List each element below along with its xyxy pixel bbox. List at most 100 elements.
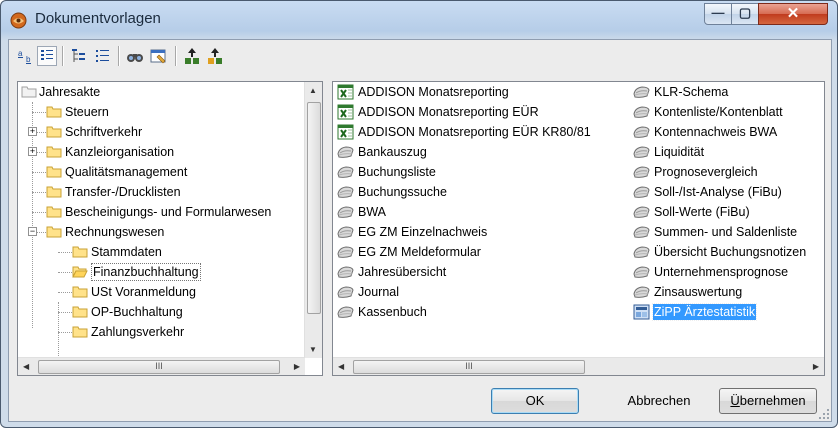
tree-item-label: Finanzbuchhaltung (91, 263, 201, 281)
open-folder-icon (72, 266, 88, 278)
scroll-left-icon[interactable]: ◀ (23, 362, 29, 371)
tree-item-label: Jahresakte (39, 85, 101, 99)
tree-collapse-button[interactable] (93, 46, 113, 66)
expand-toggle[interactable]: + (28, 127, 37, 136)
excel-icon (337, 104, 354, 120)
toolbar: a b (9, 40, 831, 71)
tree-expand-icon (72, 49, 85, 62)
details-view-icon (41, 50, 53, 60)
large-icons-view-button[interactable]: a b (15, 46, 35, 66)
tree-item-label: USt Voranmeldung (91, 285, 196, 299)
tree-content: Jahresakte Steuern + Schriftverkehr + Ka… (18, 82, 305, 358)
report-icon (337, 226, 354, 238)
scroll-left-icon[interactable]: ◀ (338, 362, 344, 371)
find-button[interactable] (125, 46, 145, 66)
report-icon (633, 266, 650, 278)
zipp-icon (633, 304, 650, 320)
folder-icon (21, 86, 37, 98)
tree-item-label: OP-Buchhaltung (91, 305, 183, 319)
add-template-button[interactable] (205, 46, 225, 66)
large-icons-view-icon: a b (18, 49, 31, 64)
apply-button-label: Übernehmen (730, 393, 805, 408)
template-item-label: ZiPP Ärztestatistik (651, 303, 758, 321)
list-hscroll-thumb[interactable]: III (353, 360, 585, 374)
tree-item-label: Kanzleiorganisation (65, 145, 175, 159)
collapse-toggle[interactable]: − (28, 227, 37, 236)
template-item-label: Übersicht Buchungsnotizen (654, 245, 807, 259)
template-item-label: Unternehmensprognose (654, 265, 789, 279)
resize-grip-icon[interactable] (818, 408, 830, 420)
tree-item-label: Transfer-/Drucklisten (65, 185, 181, 199)
tree-item-label: Stammdaten (91, 245, 162, 259)
template-item-label: Buchungssuche (358, 185, 447, 199)
template-item-label: BWA (358, 205, 387, 219)
window-controls: — ▢ ✕ (704, 3, 829, 25)
tree-item-label: Rechnungswesen (65, 225, 165, 239)
apply-button[interactable]: Übernehmen (719, 388, 817, 414)
folder-icon (46, 226, 62, 238)
template-item-label: Soll-Werte (FiBu) (654, 205, 750, 219)
folder-icon (46, 206, 62, 218)
report-icon (633, 106, 650, 118)
scroll-down-icon[interactable]: ▼ (309, 345, 317, 354)
cancel-button[interactable]: Abbrechen (615, 388, 703, 414)
minimize-button[interactable]: — (704, 3, 732, 25)
template-list[interactable]: ADDISON Monatsreporting ADDISON Monatsrep… (332, 81, 825, 376)
report-icon (337, 146, 354, 158)
template-item-label: EG ZM Einzelnachweis (358, 225, 488, 239)
list-horizontal-scrollbar[interactable]: ◀ III ▶ (333, 357, 824, 375)
properties-button[interactable] (149, 46, 169, 66)
dialog-client-area: a b Jahresakte Steuern + Schriftverkehr … (8, 39, 832, 422)
app-icon (10, 12, 27, 29)
add-template-icon (208, 48, 222, 64)
excel-icon (337, 84, 354, 100)
expand-toggle[interactable]: + (28, 147, 37, 156)
report-icon (633, 186, 650, 198)
template-item-label: Buchungsliste (358, 165, 436, 179)
tree-horizontal-scrollbar[interactable]: ◀ III ▶ (18, 357, 305, 375)
template-item-label: Kassenbuch (358, 305, 427, 319)
template-item-label: KLR-Schema (654, 85, 729, 99)
template-column-2: KLR-Schema Kontenliste/Kontenblatt Kontenn… (633, 82, 823, 342)
title-bar[interactable]: Dokumentvorlagen — ▢ ✕ (1, 1, 837, 39)
details-view-button[interactable] (37, 46, 57, 66)
report-icon (633, 226, 650, 238)
tree-item-label: Zahlungsverkehr (91, 325, 185, 339)
properties-icon (150, 49, 166, 64)
folder-icon (46, 126, 62, 138)
tree-scroll-thumb[interactable] (307, 102, 321, 314)
template-item-label: Bankauszug (358, 145, 427, 159)
tree-expand-button[interactable] (69, 46, 89, 66)
report-icon (633, 86, 650, 98)
category-tree[interactable]: Jahresakte Steuern + Schriftverkehr + Ka… (17, 81, 323, 376)
template-item-label: ADDISON Monatsreporting EÜR (358, 105, 539, 119)
apply-rest: bernehmen (739, 393, 806, 408)
report-icon (633, 286, 650, 298)
tree-vertical-scrollbar[interactable]: ▲ ▼ (304, 82, 322, 358)
scroll-up-icon[interactable]: ▲ (309, 86, 317, 95)
svg-text:a: a (18, 49, 23, 58)
move-up-button[interactable] (182, 46, 202, 66)
template-item-label: EG ZM Meldeformular (358, 245, 481, 259)
maximize-icon: ▢ (738, 5, 752, 20)
close-button[interactable]: ✕ (758, 3, 828, 25)
minimize-icon: — (711, 5, 725, 20)
tree-hscroll-thumb[interactable]: III (38, 360, 280, 374)
folder-icon (46, 106, 62, 118)
dokumentvorlagen-window: Dokumentvorlagen — ▢ ✕ a b Jahresakte St… (0, 0, 838, 428)
template-item-label: ADDISON Monatsreporting EÜR KR80/81 (358, 125, 591, 139)
template-item-label: Liquidität (654, 145, 705, 159)
ok-button[interactable]: OK (491, 388, 579, 414)
scroll-right-icon[interactable]: ▶ (294, 362, 300, 371)
report-icon (633, 146, 650, 158)
report-icon (337, 186, 354, 198)
template-column-1: ADDISON Monatsreporting ADDISON Monatsrep… (337, 82, 617, 342)
tree-item-label: Bescheinigungs- und Formularwesen (65, 205, 272, 219)
move-up-icon (185, 48, 199, 64)
report-icon (633, 166, 650, 178)
report-icon (633, 206, 650, 218)
scroll-right-icon[interactable]: ▶ (813, 362, 819, 371)
template-item-label: Journal (358, 285, 399, 299)
maximize-button[interactable]: ▢ (731, 3, 759, 25)
find-icon (127, 54, 143, 62)
